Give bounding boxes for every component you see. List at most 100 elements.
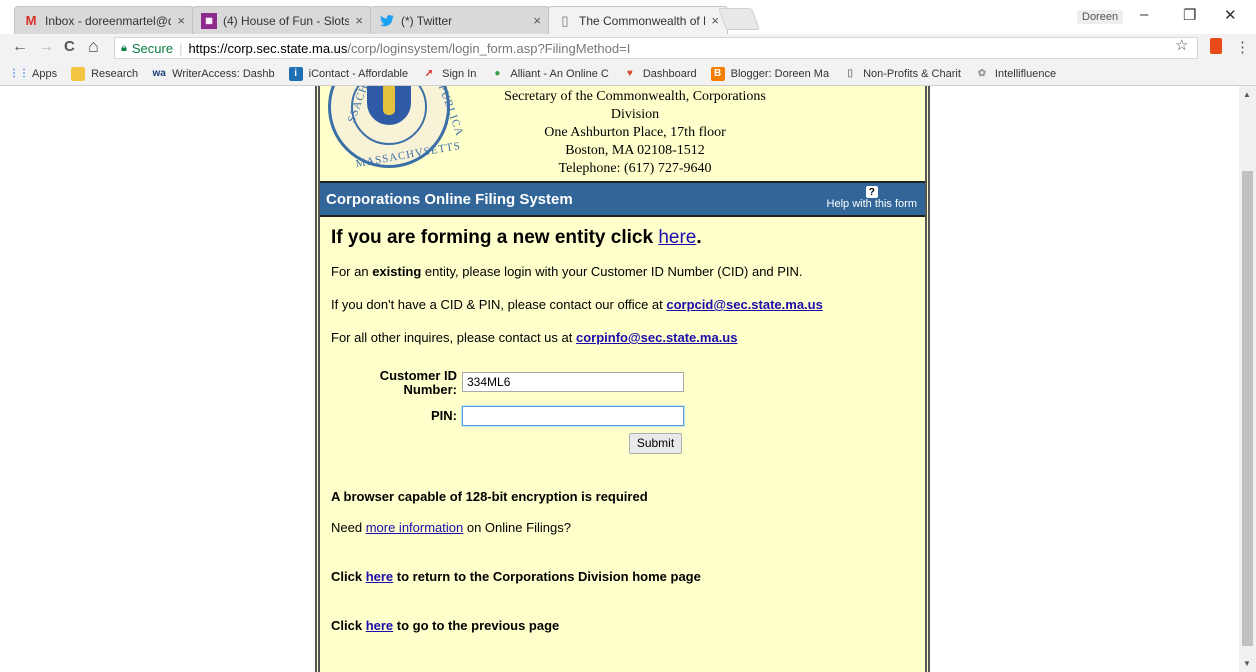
scroll-down-icon[interactable]: ▼ (1243, 659, 1251, 668)
address-bar[interactable]: 🔒︎ Secure | https://corp.sec.state.ma.us… (114, 37, 1198, 59)
bookmark-item[interactable]: ✿ Intellifluence (975, 67, 1056, 81)
bookmark-label: Sign In (442, 67, 477, 80)
minimize-icon[interactable]: – (1140, 6, 1148, 23)
heading-text: If you are forming a new entity click (331, 227, 659, 248)
close-icon[interactable]: × (177, 13, 185, 28)
cid-row: Customer ID Number: (375, 369, 684, 397)
submit-button[interactable]: Submit (629, 433, 682, 454)
vertical-scrollbar[interactable]: ▲ ▼ (1239, 86, 1256, 672)
corpcid-email-link[interactable]: corpcid@sec.state.ma.us (666, 297, 822, 312)
cid-input[interactable] (462, 372, 684, 392)
menu-icon[interactable]: ⋮ (1235, 38, 1250, 56)
close-window-icon[interactable]: ✕ (1224, 6, 1237, 24)
page-icon: ▯ (561, 12, 569, 28)
tab-strip: M Inbox - doreenmartel@d × ▦ (4) House o… (0, 0, 1256, 34)
address-line: Division (610, 107, 660, 122)
bookmark-label: Dashboard (642, 67, 697, 80)
bookmark-item[interactable]: wa WriterAccess: Dashb (152, 67, 274, 81)
address-line: One Ashburton Place, 17th floor (544, 125, 726, 140)
corpinfo-email-link[interactable]: corpinfo@sec.state.ma.us (576, 330, 738, 345)
previous-page-link[interactable]: here (366, 618, 393, 633)
close-icon[interactable]: × (355, 13, 363, 28)
return-home-text: Click here to return to the Corporations… (331, 569, 701, 584)
tab-twitter[interactable]: (*) Twitter × (370, 6, 550, 34)
bookmark-item[interactable]: B Blogger: Doreen Ma (710, 66, 830, 81)
title-bar: Corporations Online Filing System ? Help… (320, 183, 925, 217)
address-line: Secretary of the Commonwealth, Corporati… (504, 89, 766, 104)
secure-label: Secure (131, 40, 174, 56)
tab-gmail[interactable]: M Inbox - doreenmartel@d × (14, 6, 194, 34)
folder-icon (71, 66, 86, 81)
existing-entity-text: For an existing entity, please login wit… (331, 264, 803, 279)
office-address: Secretary of the Commonwealth, Corporati… (470, 88, 800, 178)
more-info-text: Need more information on Online Filings? (331, 520, 571, 535)
tab-label: (*) Twitter (401, 13, 453, 28)
new-entity-link[interactable]: here (658, 227, 696, 248)
filing-frame: SSACHU REPUBLICA MASSACHVSETTS Secretary… (315, 86, 930, 672)
bookmark-item[interactable]: Research (71, 66, 139, 81)
bookmark-label: Research (91, 67, 139, 80)
url-host: https://corp.sec.state.ma.us (188, 40, 348, 56)
restore-icon[interactable]: ❐ (1183, 6, 1196, 24)
bookmark-label: Blogger: Doreen Ma (730, 67, 830, 80)
pin-row: PIN: (375, 406, 684, 426)
bookmark-label: Alliant - An Online C (510, 67, 609, 80)
office-extension-icon[interactable] (1210, 38, 1222, 54)
bookmark-item[interactable]: i iContact - Affordable (288, 66, 409, 81)
back-icon[interactable]: ← (12, 38, 28, 56)
new-tab-button[interactable] (717, 8, 761, 30)
scroll-up-icon[interactable]: ▲ (1243, 90, 1251, 99)
blogger-icon: B (710, 66, 725, 81)
reload-icon[interactable]: C (64, 38, 75, 55)
scroll-thumb[interactable] (1242, 171, 1253, 646)
help-label[interactable]: Help with this form (827, 198, 917, 210)
tab-label: The Commonwealth of M (579, 13, 706, 28)
other-inquiries-text: For all other inquires, please contact u… (331, 330, 738, 345)
pin-input[interactable] (462, 406, 684, 426)
bookmark-item[interactable]: ➚ Sign In (422, 67, 476, 81)
bookmark-label: iContact - Affordable (308, 67, 409, 80)
tab-house-of-fun[interactable]: ▦ (4) House of Fun - Slots c × (192, 6, 372, 34)
login-content: If you are forming a new entity click he… (320, 217, 925, 672)
signin-icon: ➚ (424, 68, 434, 79)
dashboard-icon: ♥ (626, 68, 633, 79)
help-icon[interactable]: ? (865, 186, 878, 198)
bookmark-label: Non-Profits & Charit (863, 67, 961, 80)
bookmark-item[interactable]: ♥ Dashboard (623, 67, 697, 81)
page-title: Corporations Online Filing System (326, 191, 573, 208)
close-icon[interactable]: × (533, 13, 541, 28)
home-icon[interactable]: ⌂ (88, 36, 99, 57)
slots-icon: ▦ (201, 12, 217, 29)
bookmark-label: Intellifluence (994, 67, 1057, 80)
bookmarks-bar: ⋮⋮ Apps Research wa WriterAccess: Dashb i iCon… (0, 62, 1256, 86)
bookmark-item[interactable]: ● Alliant - An Online C (490, 67, 608, 81)
encryption-note: A browser capable of 128-bit encryption … (331, 489, 648, 504)
lock-icon: 🔒︎ (121, 41, 127, 54)
forward-icon[interactable]: → (38, 38, 54, 56)
previous-page-text: Click here to go to the previous page (331, 618, 560, 633)
intellifluence-icon: ✿ (977, 68, 987, 79)
page-viewport: SSACHU REPUBLICA MASSACHVSETTS Secretary… (0, 86, 1239, 672)
url-path: /corp/loginsystem/login_form.asp?FilingM… (347, 40, 631, 56)
help-link[interactable]: ? Help with this form (827, 186, 917, 210)
apps-icon: ⋮⋮ (9, 68, 29, 79)
tab-commonwealth[interactable]: ▯ The Commonwealth of M × (548, 6, 728, 34)
writeraccess-icon: wa (152, 68, 166, 79)
pin-label: PIN: (431, 408, 457, 423)
new-entity-heading: If you are forming a new entity click he… (331, 227, 914, 249)
icontact-icon: i (288, 66, 303, 81)
bookmark-label: Apps (32, 67, 58, 80)
return-home-link[interactable]: here (366, 569, 393, 584)
bookmark-star-icon[interactable]: ☆ (1175, 36, 1188, 54)
bookmark-item[interactable]: ▯ Non-Profits & Charit (843, 67, 961, 81)
divider: | (179, 40, 183, 56)
close-icon[interactable]: × (711, 13, 719, 28)
cid-contact-text: If you don't have a CID & PIN, please co… (331, 297, 823, 312)
bookmark-item[interactable]: ⋮⋮ Apps (9, 67, 58, 81)
address-line: Boston, MA 02108-1512 (565, 143, 705, 158)
heading-suffix: . (696, 227, 702, 248)
tab-label: (4) House of Fun - Slots c (223, 13, 350, 28)
browser-toolbar: ← → C ⌂ 🔒︎ Secure | https://corp.sec.sta… (0, 34, 1256, 62)
more-info-link[interactable]: more information (366, 520, 464, 535)
profile-button[interactable]: Doreen (1077, 10, 1124, 24)
